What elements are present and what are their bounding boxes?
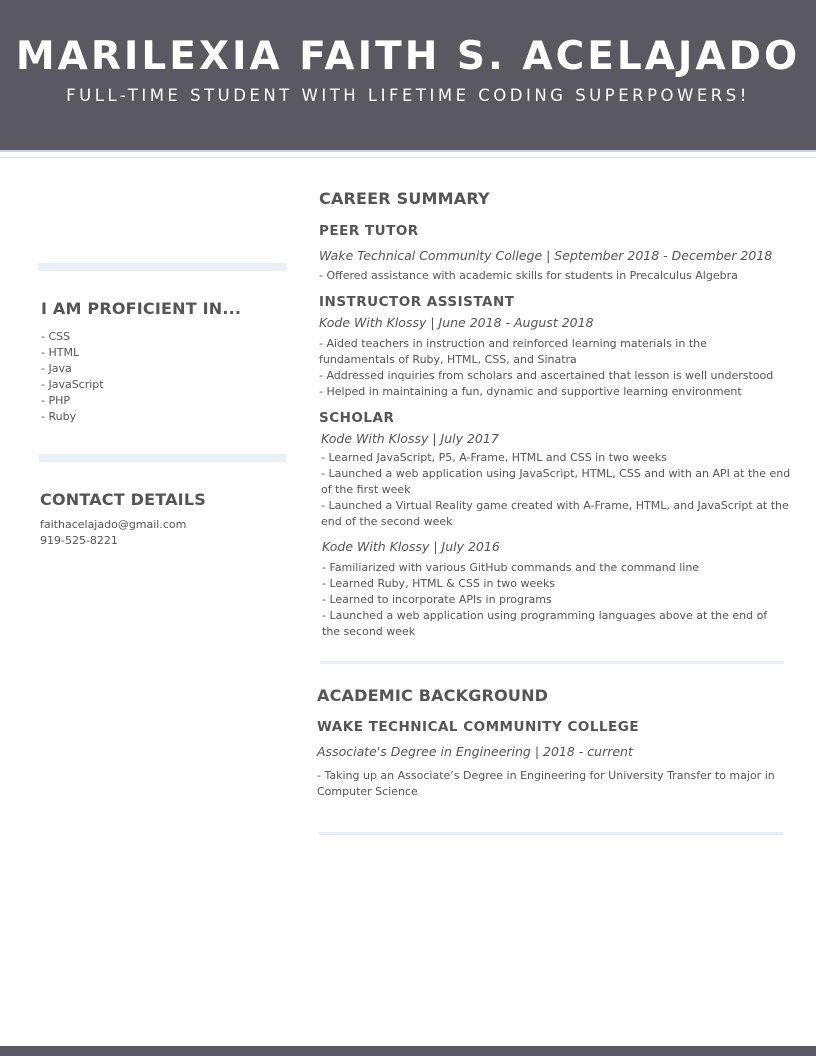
job-organization: Kode With Klossy | June 2018 - August 20… <box>319 315 594 330</box>
resume-page: MARILEXIA FAITH S. ACELAJADO FULL-TIME S… <box>0 0 816 1056</box>
skills-list: - CSS - HTML - Java - JavaScript - PHP -… <box>41 329 104 425</box>
academic-title: ACADEMIC BACKGROUND <box>317 686 549 705</box>
job-organization: Wake Technical Community College | Septe… <box>319 248 773 263</box>
job-bullet: - Helped in maintaining a fun, dynamic a… <box>319 385 742 398</box>
job-bullet: - Learned Ruby, HTML & CSS in two weeks <box>322 577 556 590</box>
job-organization: Kode With Klossy | July 2016 <box>322 539 500 554</box>
school-name: WAKE TECHNICAL COMMUNITY COLLEGE <box>317 719 640 735</box>
footer-bar <box>0 1046 816 1056</box>
candidate-name: MARILEXIA FAITH S. ACELAJADO <box>15 34 801 79</box>
sidebar-divider-middle <box>39 454 286 462</box>
job-organization: Kode With Klossy | July 2017 <box>321 431 499 446</box>
job-bullets: - Learned JavaScript, P5, A-Frame, HTML … <box>321 450 791 530</box>
job-bullet: - Launched a web application using JavaS… <box>321 467 791 496</box>
job-role: INSTRUCTOR ASSISTANT <box>319 294 515 310</box>
header-banner: MARILEXIA FAITH S. ACELAJADO FULL-TIME S… <box>0 0 816 150</box>
skill-item: - Ruby <box>41 410 77 423</box>
degree-line: Associate's Degree in Engineering | 2018… <box>317 744 633 759</box>
section-divider <box>319 832 783 835</box>
job-bullet: - Learned to incorporate APIs in program… <box>322 593 552 606</box>
job-bullet: - Addressed inquiries from scholars and … <box>319 369 774 382</box>
job-bullet: - Familiarized with various GitHub comma… <box>322 561 700 574</box>
job-bullet: - Launched a Virtual Reality game create… <box>321 499 789 528</box>
job-bullet: - Aided teachers in instruction and rein… <box>319 337 707 366</box>
contact-title: CONTACT DETAILS <box>40 490 206 509</box>
candidate-tagline: FULL-TIME STUDENT WITH LIFETIME CODING S… <box>66 86 750 105</box>
contact-phone: 919-525-8221 <box>40 534 118 547</box>
job-bullet: - Launched a web application using progr… <box>322 609 768 638</box>
career-summary-title: CAREER SUMMARY <box>319 189 490 208</box>
job-bullets: - Familiarized with various GitHub comma… <box>322 560 784 640</box>
job-bullets: - Aided teachers in instruction and rein… <box>319 336 785 400</box>
job-role: PEER TUTOR <box>319 223 419 239</box>
job-bullet: - Learned JavaScript, P5, A-Frame, HTML … <box>321 451 667 464</box>
job-bullet: - Offered assistance with academic skill… <box>319 269 738 282</box>
skill-item: - CSS <box>41 330 71 343</box>
skill-item: - JavaScript <box>41 378 104 391</box>
degree-description: - Taking up an Associate’s Degree in Eng… <box>317 769 775 798</box>
contact-email: faithacelajado@gmail.com <box>40 518 187 531</box>
skill-item: - Java <box>41 362 72 375</box>
section-divider <box>320 661 784 664</box>
skill-item: - HTML <box>41 346 80 359</box>
skill-item: - PHP <box>41 394 71 407</box>
header-rule <box>0 150 816 152</box>
sidebar-divider-top <box>38 263 286 271</box>
contact-details: faithacelajado@gmail.com 919-525-8221 <box>40 517 186 549</box>
header-rule-thin <box>0 157 816 158</box>
job-role: SCHOLAR <box>319 410 395 426</box>
skills-title: I AM PROFICIENT IN... <box>41 299 242 318</box>
